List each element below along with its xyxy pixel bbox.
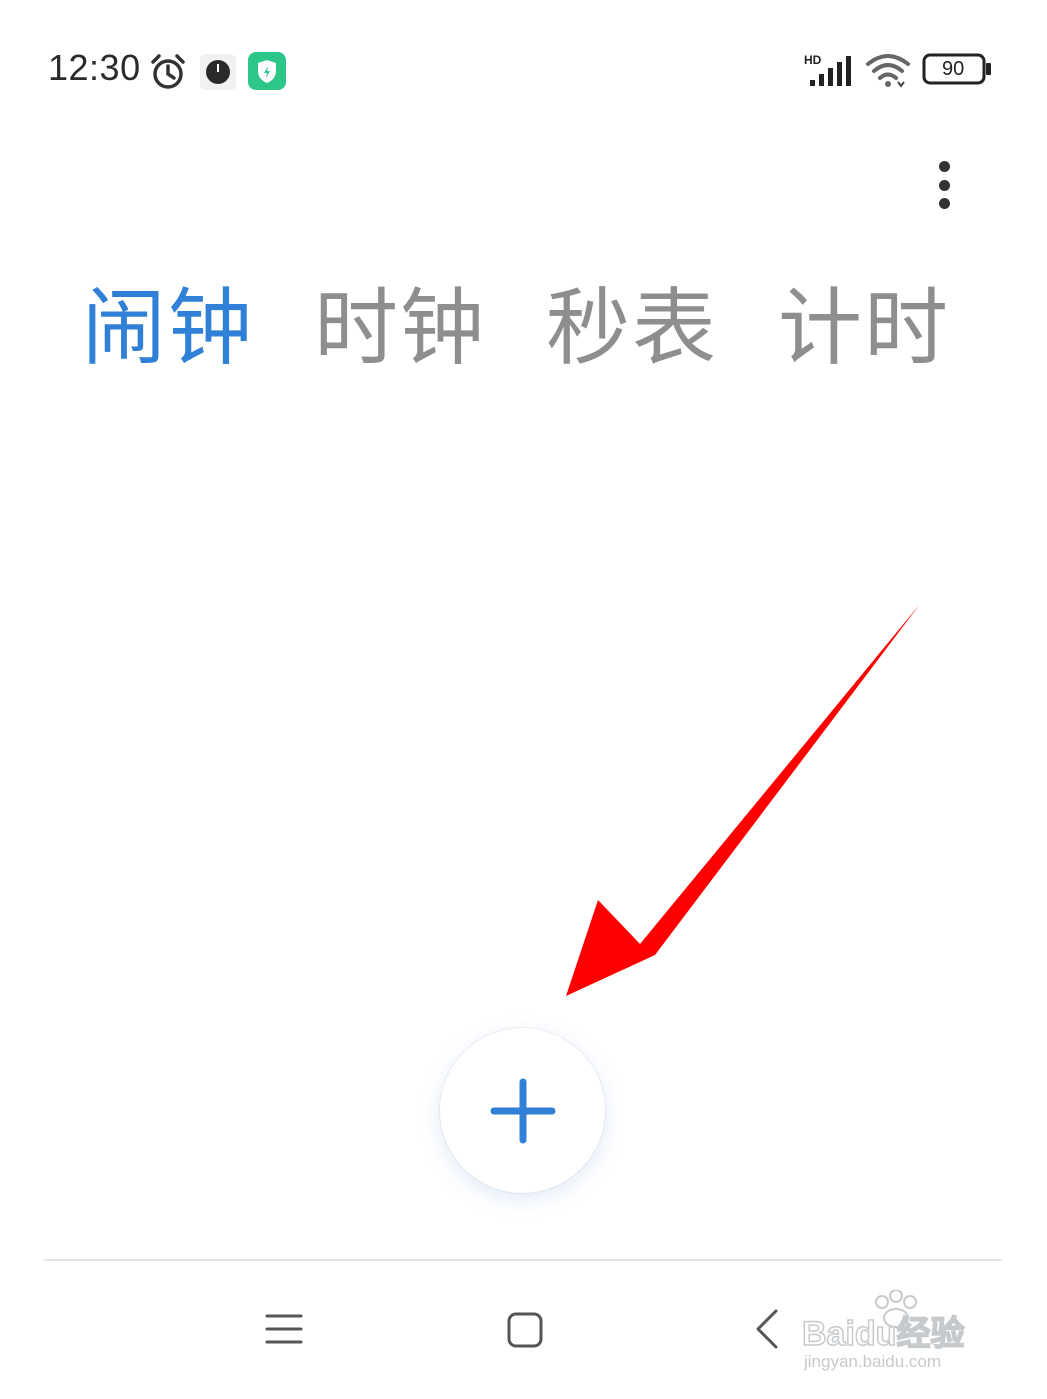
plus-icon [490,1078,555,1143]
more-dot [938,179,950,191]
svg-text:HD: HD [804,53,822,67]
more-dot [938,198,950,209]
shield-app-icon [248,52,286,90]
wifi-icon [866,54,910,88]
battery-level: 90 [942,58,965,80]
tab-world-clock[interactable]: 时钟 [314,278,486,378]
more-dot [938,161,950,172]
tab-alarm[interactable]: 闹钟 [82,278,254,378]
watermark-brand: Baidu经验 [801,1314,965,1354]
more-vertical-icon[interactable] [922,155,966,215]
clock-app-screen: 12:30 HD 90 闹钟 时钟 秒表 计时 Baidu经验 jingyan.… [0,0,1047,1399]
menu-icon[interactable] [265,1312,303,1346]
add-alarm-button[interactable] [440,1028,605,1193]
home-icon[interactable] [506,1311,544,1349]
watermark-url: jingyan.baidu.com [804,1352,942,1371]
hd-signal-icon: HD [804,53,851,86]
tab-bar: 闹钟 时钟 秒表 计时 [82,278,1010,378]
status-time: 12:30 [48,47,141,88]
clock-dot-icon [200,54,236,90]
back-icon[interactable] [752,1308,782,1350]
baidu-watermark: Baidu经验 jingyan.baidu.com [800,1290,1000,1376]
tab-stopwatch[interactable]: 秒表 [546,278,718,378]
nav-divider [44,1259,1002,1261]
alarm-icon [151,54,185,89]
tab-timer[interactable]: 计时 [778,278,950,378]
